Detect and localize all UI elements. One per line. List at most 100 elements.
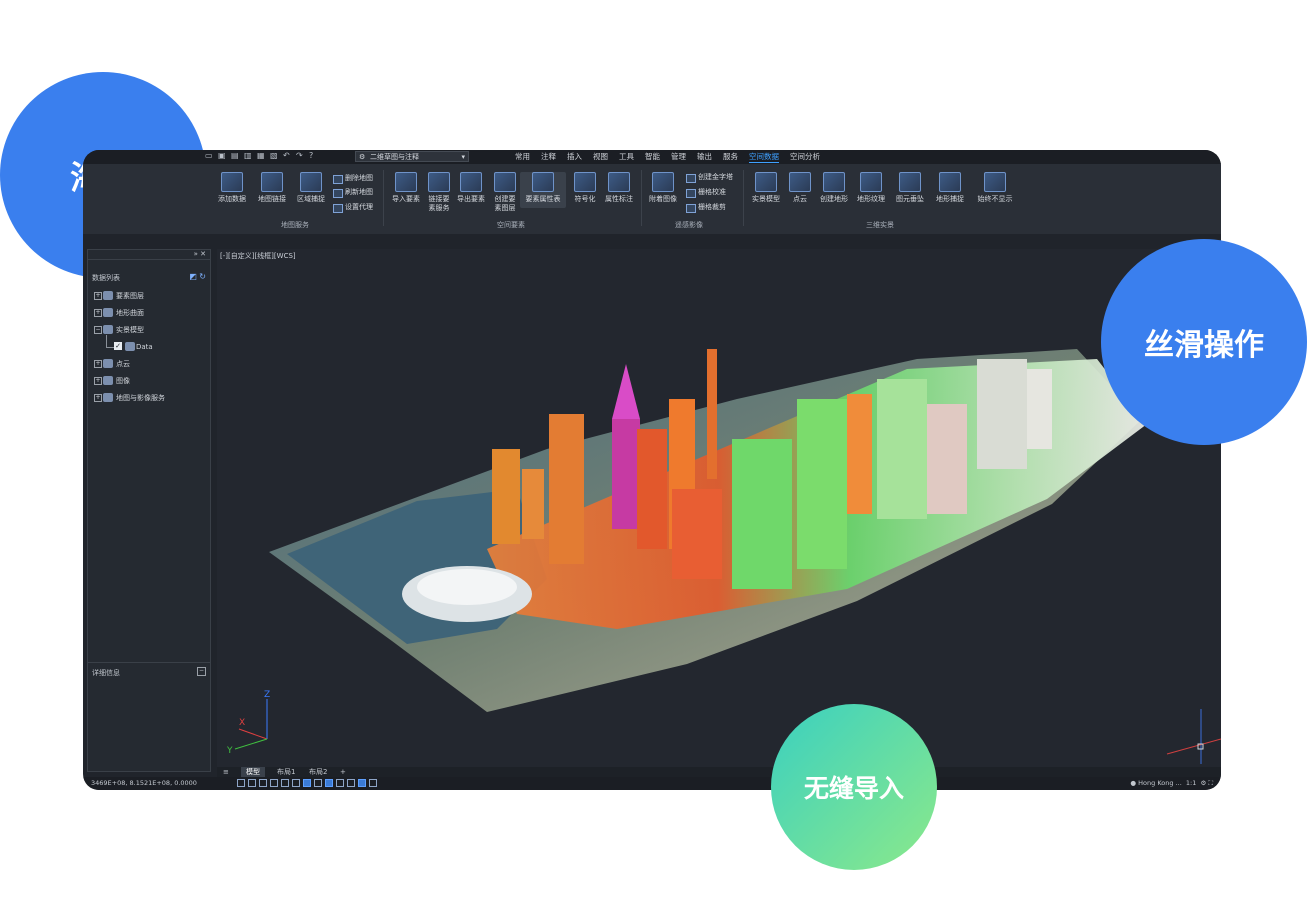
tree-item[interactable]: + 地形曲面 bbox=[94, 307, 165, 324]
menu-tab[interactable]: 注释 bbox=[541, 151, 556, 163]
expand-icon[interactable]: + bbox=[94, 360, 102, 368]
export-feature-button[interactable]: 导出要素 bbox=[452, 172, 490, 204]
button-label: 点云 bbox=[793, 195, 807, 203]
tree-item-label: Data bbox=[136, 343, 153, 351]
tree-item[interactable]: − 实景模型 bbox=[94, 324, 165, 341]
close-icon[interactable]: ✕ bbox=[200, 250, 206, 258]
tab-layout1[interactable]: 布局1 bbox=[277, 767, 295, 777]
expand-icon[interactable]: + bbox=[94, 309, 102, 317]
terrain-texture-button[interactable]: 地形纹理 bbox=[852, 172, 890, 204]
reality-model-button[interactable]: 实景模型 bbox=[747, 172, 785, 204]
coordinates-readout: 3469E+08, 8.1521E+08, 0.0000 bbox=[91, 779, 197, 787]
raster-clip-button[interactable]: 栅格裁剪 bbox=[686, 203, 726, 213]
undo-icon[interactable]: ↶ bbox=[283, 151, 291, 161]
otrack-toggle-icon[interactable] bbox=[292, 779, 300, 787]
menu-tab[interactable]: 管理 bbox=[671, 151, 686, 163]
workspace-label: 二维草图与注释 bbox=[370, 153, 419, 161]
polar-toggle-icon[interactable] bbox=[270, 779, 278, 787]
dynamic-input-icon[interactable] bbox=[303, 779, 311, 787]
collapse-icon[interactable]: − bbox=[197, 667, 206, 676]
transparency-toggle-icon[interactable] bbox=[325, 779, 333, 787]
selection-cycle-icon[interactable] bbox=[336, 779, 344, 787]
flatten-icon bbox=[899, 172, 921, 192]
location-icon[interactable] bbox=[369, 779, 377, 787]
refresh-icon[interactable]: ↻ bbox=[199, 272, 206, 281]
button-label: 图元垂坠 bbox=[896, 195, 924, 203]
add-data-button[interactable]: 添加数据 bbox=[213, 172, 251, 204]
menu-tab[interactable]: 插入 bbox=[567, 151, 582, 163]
tree-item[interactable]: + 图像 bbox=[94, 375, 165, 392]
create-terrain-button[interactable]: 创建地形 bbox=[815, 172, 853, 204]
refresh-map-button[interactable]: 刷新地图 bbox=[333, 188, 373, 198]
model-viewport[interactable]: [-][自定义][线框][WCS] Z X Y bbox=[217, 249, 1221, 767]
button-label: 附着图像 bbox=[649, 195, 677, 203]
primitive-flatten-button[interactable]: 图元垂坠 bbox=[891, 172, 929, 204]
open-icon[interactable]: ▭ bbox=[205, 151, 213, 161]
set-proxy-button[interactable]: 设置代理 bbox=[333, 203, 373, 213]
delete-map-button[interactable]: 删除地图 bbox=[333, 174, 373, 184]
point-cloud-button[interactable]: 点云 bbox=[781, 172, 819, 204]
tree-item[interactable]: + 地图与影像服务 bbox=[94, 392, 165, 409]
expand-icon[interactable]: + bbox=[94, 394, 102, 402]
plot-icon[interactable]: ▧ bbox=[270, 151, 278, 161]
annotation-monitor-icon[interactable] bbox=[347, 779, 355, 787]
tree-item-child[interactable]: ✓ Data bbox=[94, 335, 165, 358]
always-hide-button[interactable]: 始终不显示 bbox=[972, 172, 1018, 204]
terrain-capture-button[interactable]: 地形捕捉 bbox=[931, 172, 969, 204]
expand-icon[interactable]: + bbox=[94, 377, 102, 385]
stack-icon bbox=[494, 172, 516, 192]
menu-tab[interactable]: 输出 bbox=[697, 151, 712, 163]
menu-tab[interactable]: 工具 bbox=[619, 151, 634, 163]
button-label: 要素属性表 bbox=[525, 195, 561, 203]
create-layer-button[interactable]: 创建要 素图层 bbox=[486, 172, 524, 213]
menu-icon[interactable]: ≡ bbox=[223, 767, 229, 777]
attribute-table-button[interactable]: 要素属性表 bbox=[520, 172, 566, 208]
attach-image-button[interactable]: 附着图像 bbox=[644, 172, 682, 204]
tab-model[interactable]: 模型 bbox=[241, 767, 265, 777]
tree-item[interactable]: + 点云 bbox=[94, 358, 165, 375]
add-tab-button[interactable]: + bbox=[340, 767, 346, 777]
layers-icon bbox=[428, 172, 450, 192]
city-3d-model: Z X Y bbox=[226, 349, 1221, 764]
expand-icon[interactable]: + bbox=[94, 292, 102, 300]
snap-toggle-icon[interactable] bbox=[248, 779, 256, 787]
workspace-select[interactable]: ⚙ 二维草图与注释 ▾ bbox=[355, 151, 469, 162]
fullscreen-icon[interactable]: ⛶ bbox=[1208, 779, 1213, 787]
create-pyramid-button[interactable]: 创建金字塔 bbox=[686, 173, 733, 183]
menu-tab[interactable]: 服务 bbox=[723, 151, 738, 163]
menu-tab-active[interactable]: 空间数据 bbox=[749, 151, 779, 163]
menu-tab[interactable]: 智能 bbox=[645, 151, 660, 163]
pin-icon[interactable]: » bbox=[194, 250, 198, 258]
ortho-toggle-icon[interactable] bbox=[259, 779, 267, 787]
panel-title: 数据列表 bbox=[92, 274, 120, 282]
menu-tab[interactable]: 空间分析 bbox=[790, 151, 820, 163]
region-capture-button[interactable]: 区域捕捉 bbox=[292, 172, 330, 204]
grid-toggle-icon[interactable] bbox=[237, 779, 245, 787]
button-label: 创建地形 bbox=[820, 195, 848, 203]
save-icon[interactable]: ▣ bbox=[218, 151, 226, 161]
save-as-icon[interactable]: ▤ bbox=[231, 151, 239, 161]
layers-tool-icon[interactable]: ◩ bbox=[189, 272, 197, 281]
status-right: ● Hong Kong ... 1:1 ⚙ ⛶ bbox=[1130, 777, 1213, 790]
checkbox[interactable]: ✓ bbox=[114, 342, 122, 350]
units-toggle-icon[interactable] bbox=[358, 779, 366, 787]
menu-tab[interactable]: 视图 bbox=[593, 151, 608, 163]
attribute-label-button[interactable]: 属性标注 bbox=[599, 172, 639, 204]
save-all-icon[interactable]: ▥ bbox=[244, 151, 252, 161]
print-icon[interactable]: ▦ bbox=[257, 151, 265, 161]
help-icon[interactable]: ? bbox=[309, 151, 317, 161]
location-label[interactable]: Hong Kong ... bbox=[1138, 779, 1182, 787]
map-link-button[interactable]: 地图链接 bbox=[253, 172, 291, 204]
tab-layout2[interactable]: 布局2 bbox=[309, 767, 327, 777]
detail-title: 详细信息 bbox=[92, 669, 120, 677]
tree-item[interactable]: + 要素图层 bbox=[94, 290, 165, 307]
scale-label[interactable]: 1:1 bbox=[1186, 779, 1196, 787]
axis-label-x: X bbox=[239, 718, 245, 728]
osnap-toggle-icon[interactable] bbox=[281, 779, 289, 787]
menu-tab[interactable]: 常用 bbox=[515, 151, 530, 163]
settings-icon[interactable]: ⚙ bbox=[1201, 779, 1207, 787]
redo-icon[interactable]: ↷ bbox=[296, 151, 304, 161]
raster-correction-button[interactable]: 栅格校准 bbox=[686, 188, 726, 198]
collapse-icon[interactable]: − bbox=[94, 326, 102, 334]
lineweight-toggle-icon[interactable] bbox=[314, 779, 322, 787]
